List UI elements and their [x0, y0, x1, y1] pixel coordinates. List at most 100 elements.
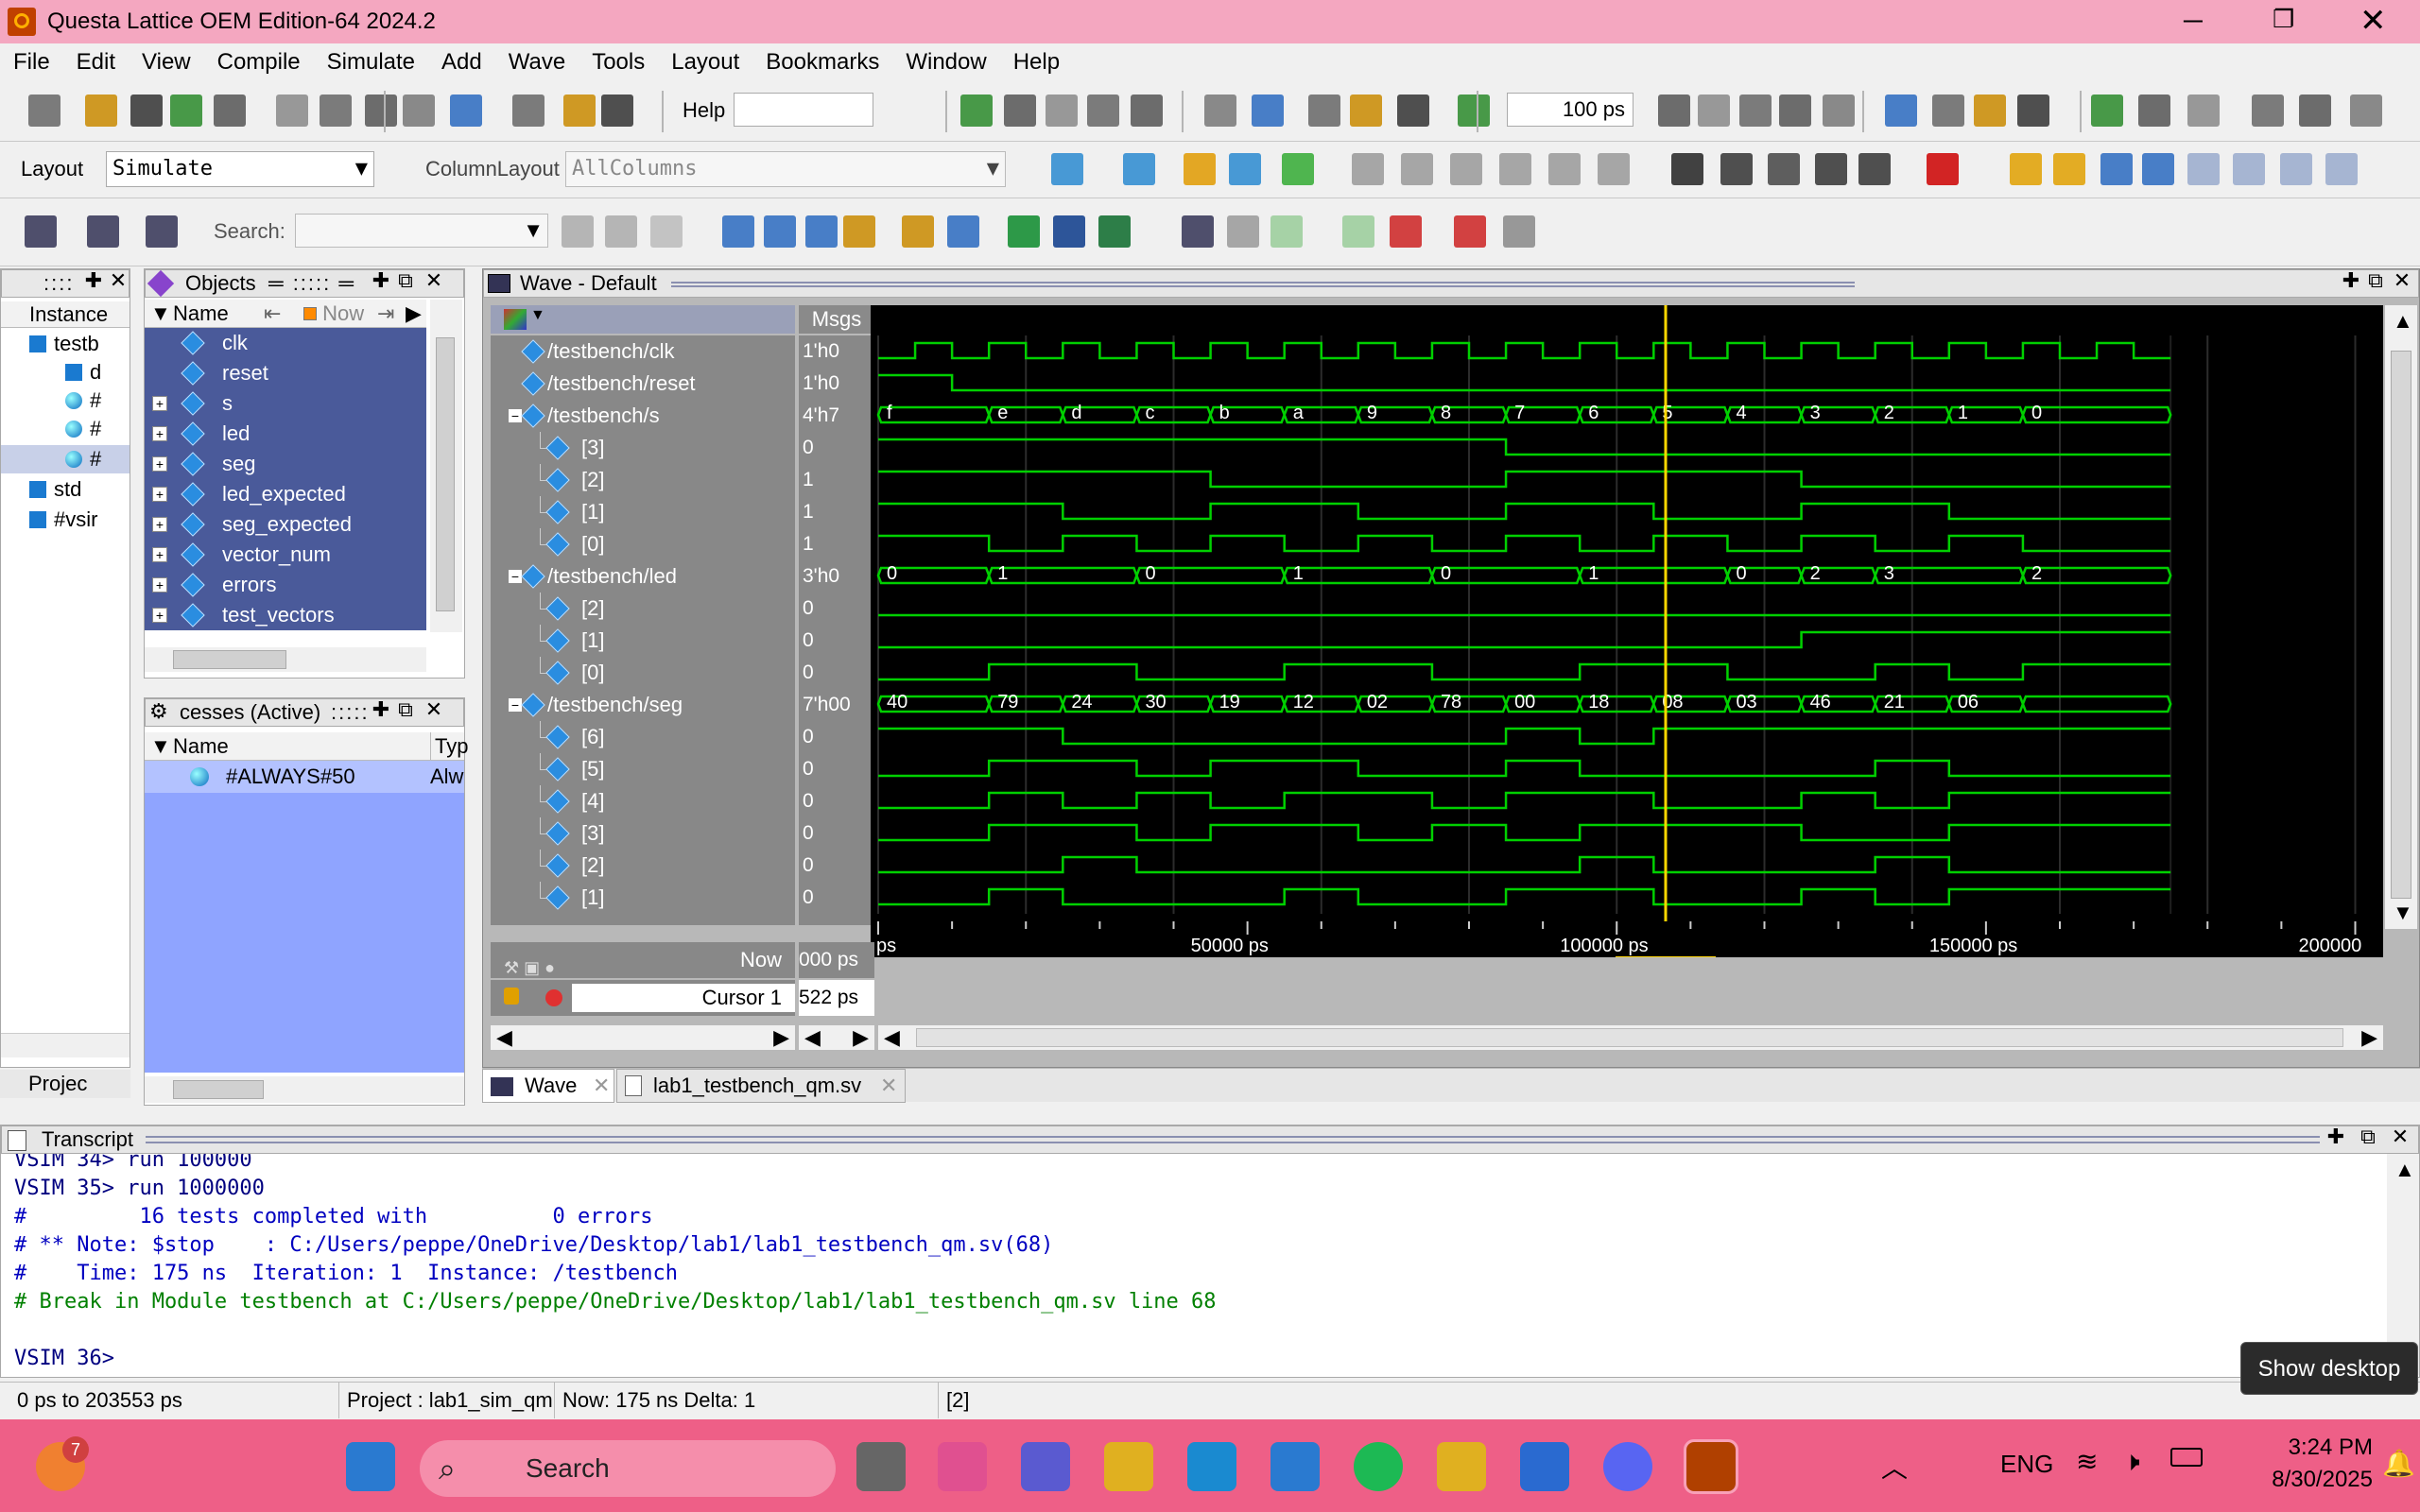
vscode-icon[interactable]	[1520, 1442, 1569, 1491]
toolbar-tool-icon[interactable]	[1390, 215, 1422, 248]
menu-view[interactable]: View	[129, 43, 204, 81]
instance-item[interactable]: #vsir	[1, 506, 130, 534]
wave-signal-row[interactable]: [5]	[491, 753, 795, 785]
toolbar-tool-icon[interactable]	[1739, 94, 1772, 127]
menu-layout[interactable]: Layout	[658, 43, 752, 81]
toolbar-tool-icon[interactable]	[403, 94, 435, 127]
instance-item[interactable]: testb	[1, 330, 130, 358]
instance-item[interactable]: std	[1, 475, 130, 504]
wave-values-hscroll[interactable]: ◀ ▶	[799, 1025, 874, 1050]
toolbar-tool-icon[interactable]	[512, 94, 544, 127]
toolbar-tool-icon[interactable]	[1598, 153, 1630, 185]
remove-cursor-icon[interactable]	[545, 989, 562, 1006]
toolbar-tool-icon[interactable]	[1885, 94, 1917, 127]
wave-signal-row[interactable]: [1]	[491, 625, 795, 657]
wave-signal-row[interactable]: [3]	[491, 432, 795, 464]
minimize-icon[interactable]: ─	[2184, 6, 2203, 36]
task-view-icon[interactable]	[856, 1442, 906, 1491]
menu-help[interactable]: Help	[1000, 43, 1073, 81]
toolbar-tool-icon[interactable]	[2252, 94, 2284, 127]
toolbar-tool-icon[interactable]	[2350, 94, 2382, 127]
menu-window[interactable]: Window	[892, 43, 999, 81]
toolbar-tool-icon[interactable]	[276, 94, 308, 127]
instance-item[interactable]: #	[1, 415, 130, 443]
menu-add[interactable]: Add	[428, 43, 495, 81]
toolbar-tool-icon[interactable]	[902, 215, 934, 248]
wave-signal-row[interactable]: −/testbench/seg	[491, 689, 795, 721]
wave-signal-row[interactable]: /testbench/clk	[491, 335, 795, 368]
wave-signal-row[interactable]: −/testbench/s	[491, 400, 795, 432]
toolbar-tool-icon[interactable]	[28, 94, 60, 127]
toolbar-tool-icon[interactable]	[1932, 94, 1964, 127]
menu-simulate[interactable]: Simulate	[314, 43, 428, 81]
toolbar-tool-icon[interactable]	[650, 215, 683, 248]
toolbar-tool-icon[interactable]	[1503, 215, 1535, 248]
toolbar-tool-icon[interactable]	[1779, 94, 1811, 127]
menu-bookmarks[interactable]: Bookmarks	[752, 43, 892, 81]
instance-item[interactable]: #	[1, 387, 130, 415]
toolbar-tool-icon[interactable]	[1815, 153, 1847, 185]
toolbar-tool-icon[interactable]	[1342, 215, 1374, 248]
menu-compile[interactable]: Compile	[204, 43, 314, 81]
file-explorer-icon[interactable]	[1104, 1442, 1153, 1491]
wave-signal-row[interactable]: −/testbench/led	[491, 560, 795, 593]
battery-icon[interactable]	[2170, 1448, 2203, 1467]
wave-signal-row[interactable]: [6]	[491, 721, 795, 753]
toolbar-tool-icon[interactable]	[1227, 215, 1259, 248]
cursor-label[interactable]: Cursor 1	[572, 984, 795, 1012]
toolbar-tool-icon[interactable]	[2138, 94, 2170, 127]
toolbar-tool-icon[interactable]	[1548, 153, 1581, 185]
wave-signal-row[interactable]: [1]	[491, 496, 795, 528]
waveform-canvas[interactable]: f e d c b a 9 8 7 6 5 4 3 2 1 00 1 0 1 0 1 0 2 3 240 79 24 30 19 12 02…	[871, 305, 2383, 957]
processes-hscroll[interactable]	[145, 1076, 464, 1103]
wave-tools-icon[interactable]: ⚒ ▣ ●	[504, 950, 561, 977]
toolbar-tool-icon[interactable]	[1182, 215, 1214, 248]
expand-icon[interactable]: +	[152, 517, 167, 532]
toolbar-tool-icon[interactable]	[1974, 94, 2006, 127]
toolbar-tool-icon[interactable]	[2100, 153, 2133, 185]
column-layout-select[interactable]: AllColumns ▼	[565, 151, 1006, 187]
add-icon[interactable]: ✚	[369, 699, 393, 724]
toolbar-tool-icon[interactable]	[601, 94, 633, 127]
wave-signal-row[interactable]: [1]	[491, 882, 795, 914]
toolbar-tool-icon[interactable]	[1671, 153, 1703, 185]
transcript-body[interactable]: VSIM 34> run 100000 VSIM 35> run 1000000 #…	[1, 1154, 2383, 1375]
wave-signal-row[interactable]: [4]	[491, 785, 795, 817]
object-row-clk[interactable]: clk	[145, 328, 426, 358]
teams-icon[interactable]	[1021, 1442, 1070, 1491]
clock-time[interactable]: 3:24 PM	[2233, 1435, 2373, 1461]
expand-icon[interactable]: +	[152, 608, 167, 623]
toolbar-tool-icon[interactable]	[365, 94, 397, 127]
toolbar-tool-icon[interactable]	[146, 215, 178, 248]
wave-signal-row[interactable]: [3]	[491, 817, 795, 850]
chevron-up-icon[interactable]: ︿	[1881, 1448, 1908, 1486]
toolbar-tool-icon[interactable]	[87, 215, 119, 248]
layout-select[interactable]: Simulate ▼	[106, 151, 374, 187]
wave-signal-row[interactable]: [0]	[491, 657, 795, 689]
toolbar-tool-icon[interactable]	[450, 94, 482, 127]
undock-icon[interactable]: ⧉	[2363, 270, 2388, 295]
toolbar-tool-icon[interactable]	[1229, 153, 1261, 185]
object-row-reset[interactable]: reset	[145, 358, 426, 388]
instance-hscroll[interactable]	[1, 1033, 130, 1057]
add-icon[interactable]: ✚	[369, 270, 393, 295]
undock-icon[interactable]: ⧉	[2356, 1126, 2380, 1151]
notification-icon[interactable]: 🔔	[2382, 1448, 2415, 1479]
close-icon[interactable]: ✕	[422, 699, 446, 724]
wave-hscroll[interactable]: ◀ ▶	[878, 1025, 2383, 1050]
close-icon[interactable]: ✕	[422, 270, 446, 295]
windows-start-icon[interactable]	[346, 1442, 395, 1491]
wave-signal-row[interactable]: [2]	[491, 850, 795, 882]
toolbar-tool-icon[interactable]	[1087, 94, 1119, 127]
expand-icon[interactable]: +	[152, 426, 167, 441]
toolbar-tool-icon[interactable]	[2053, 153, 2085, 185]
toolbar-tool-icon[interactable]	[130, 94, 163, 127]
maximize-icon[interactable]: ❐	[2273, 6, 2294, 34]
taskbar-search[interactable]: ⌕ Search	[420, 1440, 836, 1497]
volume-icon[interactable]: 🕨	[2123, 1446, 2140, 1478]
toolbar-tool-icon[interactable]	[1401, 153, 1433, 185]
object-row-s[interactable]: + s	[145, 388, 426, 419]
toolbar-tool-icon[interactable]	[2233, 153, 2265, 185]
toolbar-tool-icon[interactable]	[2142, 153, 2174, 185]
toolbar-tool-icon[interactable]	[722, 215, 754, 248]
